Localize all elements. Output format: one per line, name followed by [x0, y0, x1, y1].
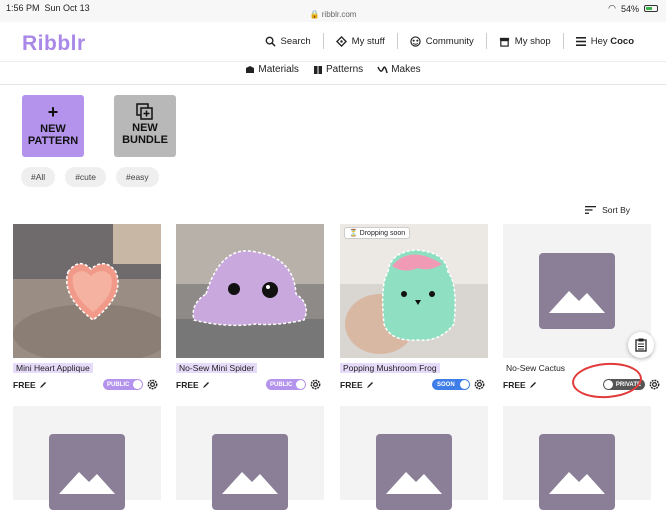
- image-placeholder-icon: [376, 434, 452, 510]
- gear-icon[interactable]: [146, 378, 159, 391]
- image-placeholder-icon: [212, 434, 288, 510]
- divider: [0, 84, 666, 85]
- image-placeholder-icon: [539, 434, 615, 510]
- image-placeholder-icon: [539, 253, 615, 329]
- site-logo[interactable]: Ribblr: [22, 32, 86, 56]
- pattern-card[interactable]: ⏳ Dropping soon Popping Mushroom Frog FR…: [340, 224, 488, 392]
- placeholder-image[interactable]: [176, 406, 324, 510]
- plus-icon: +: [47, 102, 59, 122]
- card-title[interactable]: No-Sew Cactus: [503, 363, 568, 373]
- nav-community[interactable]: Community: [396, 33, 486, 49]
- card-meta: FREE PUBLIC: [176, 378, 324, 392]
- card-title[interactable]: Popping Mushroom Frog: [340, 363, 440, 373]
- new-pattern-button[interactable]: + NEW PATTERN: [22, 95, 84, 157]
- card-title[interactable]: No-Sew Mini Spider: [176, 363, 258, 373]
- card-meta: FREE SOON: [340, 378, 488, 392]
- tag-filters: #All #cute #easy: [21, 167, 159, 187]
- gear-icon[interactable]: [473, 378, 486, 391]
- sort-icon: [585, 206, 597, 214]
- frog-photo[interactable]: ⏳ Dropping soon: [340, 224, 488, 358]
- nav-my-stuff[interactable]: My stuff: [322, 33, 397, 49]
- nav-search[interactable]: Search: [253, 33, 323, 49]
- status-icons: ◠ 54%: [608, 3, 658, 14]
- nav-user-menu[interactable]: Hey Coco: [562, 33, 646, 49]
- status-bar: 1:56 PM Sun Oct 13 🔒 ribblr.com ◠ 54%: [0, 0, 666, 22]
- edit-icon[interactable]: [202, 381, 210, 389]
- placeholder-image[interactable]: [503, 406, 651, 510]
- card-title[interactable]: Mini Heart Applique: [13, 363, 93, 373]
- site-header: Ribblr Search My stuff Community My shop…: [0, 22, 666, 62]
- gear-icon[interactable]: [309, 378, 322, 391]
- book-icon: [313, 65, 322, 74]
- tag-all[interactable]: #All: [21, 167, 56, 187]
- tag-cute[interactable]: #cute: [65, 167, 106, 187]
- community-icon: [410, 35, 421, 47]
- dropping-soon-badge: ⏳ Dropping soon: [344, 227, 411, 239]
- main-nav: Search My stuff Community My shop Hey Co…: [253, 33, 646, 49]
- pattern-card[interactable]: Mini Heart Applique FREE PUBLIC: [13, 224, 161, 392]
- subnav-makes[interactable]: Makes: [377, 64, 421, 75]
- subnav-materials[interactable]: Materials: [245, 64, 299, 75]
- yarn-icon: [246, 65, 255, 73]
- wifi-icon: ◠: [608, 3, 616, 13]
- card-meta: FREE PUBLIC: [13, 378, 161, 392]
- edit-icon[interactable]: [366, 381, 374, 389]
- battery-percent: 54%: [620, 3, 639, 14]
- visibility-toggle[interactable]: PUBLIC: [103, 379, 143, 390]
- nav-my-shop[interactable]: My shop: [485, 33, 563, 49]
- gear-icon[interactable]: [648, 378, 661, 391]
- tag-easy[interactable]: #easy: [115, 167, 159, 187]
- url-bar[interactable]: 🔒 ribblr.com: [0, 10, 666, 19]
- edit-icon[interactable]: [39, 381, 47, 389]
- subnav-patterns[interactable]: Patterns: [313, 64, 363, 75]
- image-placeholder-icon: [49, 434, 125, 510]
- visibility-toggle[interactable]: PUBLIC: [266, 379, 306, 390]
- category-nav: Materials Patterns Makes: [0, 64, 666, 75]
- clipboard-icon: [635, 338, 647, 352]
- placeholder-image[interactable]: [340, 406, 488, 510]
- battery-icon: [644, 5, 658, 12]
- stack-plus-icon: [136, 103, 153, 120]
- edit-icon[interactable]: [529, 381, 537, 389]
- pink-heart-photo[interactable]: [13, 224, 161, 358]
- scissors-icon: [377, 65, 388, 73]
- new-bundle-button[interactable]: NEW BUNDLE: [114, 95, 176, 157]
- sort-by-button[interactable]: Sort By: [585, 205, 630, 215]
- hamburger-icon: [575, 36, 586, 46]
- clipboard-button[interactable]: [628, 332, 654, 358]
- diamond-icon: [335, 35, 347, 47]
- placeholder-image[interactable]: [13, 406, 161, 510]
- purple-spider-photo[interactable]: [176, 224, 324, 358]
- search-icon: [265, 36, 276, 47]
- shop-icon: [499, 37, 509, 47]
- pattern-card[interactable]: No-Sew Mini Spider FREE PUBLIC: [176, 224, 324, 392]
- visibility-toggle[interactable]: SOON: [432, 379, 470, 390]
